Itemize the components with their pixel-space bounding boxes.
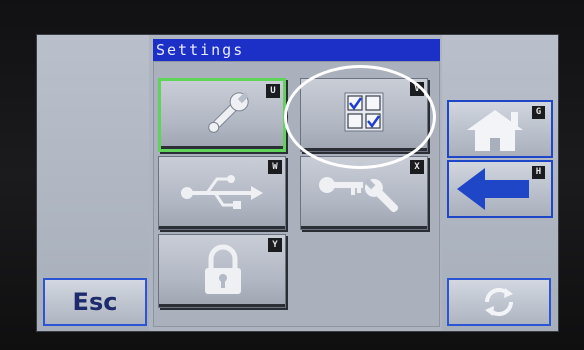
back-button[interactable]: H <box>447 160 553 218</box>
usb-icon <box>181 175 263 209</box>
tile-checkboxes[interactable]: V <box>300 78 428 152</box>
shortcut-key-v: V <box>410 82 424 96</box>
home-button[interactable]: G <box>447 100 553 158</box>
refresh-icon <box>484 287 514 317</box>
shortcut-key-x: X <box>410 160 424 174</box>
shortcut-key-g: G <box>532 106 545 119</box>
tile-usb[interactable]: W <box>158 156 286 230</box>
shortcut-key-u: U <box>266 84 280 98</box>
touch-screen: Settings U V W X Y G H Esc <box>36 34 559 332</box>
checkbox-grid-icon <box>344 92 384 132</box>
esc-button[interactable]: Esc <box>43 278 147 326</box>
tile-key-wrench[interactable]: X <box>300 156 428 230</box>
lock-icon <box>205 244 241 294</box>
page-title: Settings <box>153 39 440 61</box>
shortcut-key-h: H <box>532 166 545 179</box>
shortcut-key-y: Y <box>268 238 282 252</box>
shortcut-key-w: W <box>268 160 282 174</box>
refresh-button[interactable] <box>447 278 551 326</box>
key-wrench-icon <box>319 177 399 213</box>
tile-lock[interactable]: Y <box>158 234 286 308</box>
settings-content: U V W X Y <box>153 61 440 327</box>
tile-wrench[interactable]: U <box>158 78 286 152</box>
